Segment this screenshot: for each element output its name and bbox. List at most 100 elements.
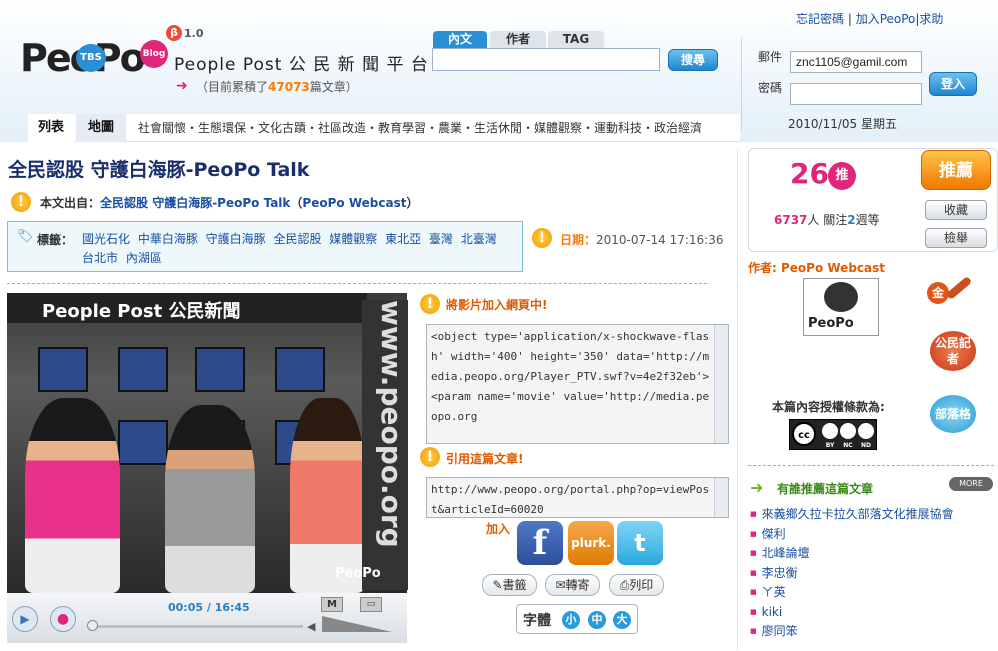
video-side-text: www.peopo.org bbox=[362, 300, 408, 590]
svg-text:BY: BY bbox=[826, 442, 835, 449]
version-label: 1.0 bbox=[184, 27, 204, 40]
avatar-logo: PeoPo bbox=[808, 316, 854, 331]
print-button[interactable]: ⎙列印 bbox=[609, 574, 664, 596]
font-small-button[interactable]: 小 bbox=[562, 611, 580, 629]
divider bbox=[7, 283, 707, 284]
list-item[interactable]: ㄚ英 bbox=[750, 583, 954, 603]
seek-handle[interactable] bbox=[87, 620, 98, 631]
list-item[interactable]: 廖同笨 bbox=[750, 622, 954, 642]
email-label: 郵件 bbox=[758, 50, 783, 64]
video-timecode: 00:05 / 16:45 bbox=[168, 601, 250, 614]
forward-button[interactable]: ✉轉寄 bbox=[545, 574, 600, 596]
search-tab-tag[interactable]: TAG bbox=[548, 31, 604, 48]
exclamation-icon: ! bbox=[532, 228, 552, 248]
nav-tab-list[interactable]: 列表 bbox=[28, 114, 74, 142]
blog-icon[interactable]: 部落格 bbox=[930, 395, 976, 433]
creative-commons-icon[interactable]: cc BY NC ND bbox=[789, 419, 877, 450]
recommender-list: 來義鄉久拉卡拉久部落文化推展協會 傑利 北峰論壇 李忠衡 ㄚ英 kiki 廖同笨 bbox=[750, 505, 954, 642]
list-item[interactable]: 傑利 bbox=[750, 525, 954, 545]
twitter-icon[interactable]: t bbox=[617, 521, 663, 565]
seek-bar[interactable] bbox=[88, 625, 303, 628]
list-item[interactable]: 李忠衡 bbox=[750, 564, 954, 584]
play-button[interactable]: ▶ bbox=[12, 606, 38, 632]
join-label: 加入 bbox=[486, 522, 511, 536]
exclamation-icon: ! bbox=[11, 192, 31, 212]
recommend-badge: 推 bbox=[828, 162, 856, 190]
forgot-password-link[interactable]: 忘記密碼 bbox=[796, 12, 844, 26]
email-field[interactable] bbox=[790, 51, 922, 73]
help-link[interactable]: 求助 bbox=[919, 12, 943, 26]
pen-icon bbox=[945, 275, 973, 301]
logo-tbs-bubble: TBS bbox=[76, 44, 106, 72]
record-button[interactable]: ● bbox=[50, 606, 76, 632]
list-item[interactable]: 來義鄉久拉卡拉久部落文化推展協會 bbox=[750, 505, 954, 525]
gold-medal-icon[interactable]: 金 bbox=[927, 282, 949, 304]
mail-icon: ✉ bbox=[555, 578, 566, 592]
svg-text:cc: cc bbox=[798, 430, 810, 441]
site-title: People Post 公 民 新 聞 平 台 bbox=[174, 55, 429, 75]
article-count: （目前累積了47073篇文章） bbox=[196, 80, 358, 94]
password-field[interactable] bbox=[790, 83, 922, 105]
top-links: 忘記密碼 | 加入PeoPo|求助 bbox=[796, 12, 944, 26]
avatar-silhouette bbox=[824, 282, 858, 312]
password-label: 密碼 bbox=[758, 81, 783, 95]
logo-blog-bubble: Blog bbox=[140, 40, 168, 68]
tag-links[interactable]: 國光石化 中華白海豚 守護白海豚 全民認股 媒體觀察 東北亞 臺灣 北臺灣 台北… bbox=[82, 230, 516, 268]
report-button[interactable]: 檢舉 bbox=[925, 228, 987, 248]
embed-title: 將影片加入網頁中! bbox=[446, 298, 548, 312]
volume-slider[interactable] bbox=[322, 616, 392, 632]
recommend-count: 26 bbox=[790, 157, 829, 190]
embed-scrollbar[interactable] bbox=[714, 325, 728, 443]
embed-code-textarea[interactable]: <object type='application/x-shockwave-fl… bbox=[426, 324, 729, 444]
category-links[interactable]: 社會關懷・生態環保・文化古蹟・社區改造・教育學習・農業・生活休閒・媒體觀察・運動… bbox=[138, 114, 702, 142]
tv-screen bbox=[275, 347, 325, 392]
author-label[interactable]: 作者: PeoPo Webcast bbox=[748, 259, 885, 276]
license-label: 本篇內容授權條款為: bbox=[772, 400, 885, 414]
svg-text:ND: ND bbox=[861, 442, 871, 449]
facebook-icon[interactable]: f bbox=[517, 521, 563, 565]
join-peopo-link[interactable]: 加入PeoPo bbox=[856, 12, 916, 26]
fullscreen-icon[interactable]: ▭ bbox=[360, 597, 382, 612]
collect-button[interactable]: 收藏 bbox=[925, 200, 987, 220]
list-item[interactable]: 北峰論壇 bbox=[750, 544, 954, 564]
arrow-right-icon: ➜ bbox=[750, 478, 764, 497]
tag-icon: 🏷 bbox=[17, 229, 34, 244]
exclamation-icon: ! bbox=[420, 447, 440, 467]
tv-screen bbox=[118, 347, 168, 392]
presenter-center bbox=[165, 405, 255, 593]
article-title: 全民認股 守護白海豚-PeoPo Talk bbox=[8, 159, 310, 181]
tv-screen bbox=[118, 420, 168, 465]
article-source: 本文出自：全民認股 守護白海豚-PeoPo Talk（PeoPo Webcast… bbox=[40, 196, 419, 210]
cite-url-textarea[interactable]: http://www.peopo.org/portal.php?op=viewP… bbox=[426, 477, 729, 518]
video-watermark: PeoPo bbox=[335, 566, 381, 581]
bookmark-button[interactable]: ✎書籤 bbox=[482, 574, 537, 596]
nav-tab-map[interactable]: 地圖 bbox=[76, 114, 126, 142]
font-medium-button[interactable]: 中 bbox=[588, 611, 606, 629]
cite-scrollbar[interactable] bbox=[714, 478, 728, 517]
source-author-link[interactable]: PeoPo Webcast bbox=[302, 196, 406, 210]
sidebar-divider bbox=[737, 150, 738, 650]
search-button[interactable]: 搜尋 bbox=[668, 49, 718, 71]
login-divider bbox=[741, 38, 742, 130]
cite-title: 引用這篇文章! bbox=[446, 452, 524, 466]
recommend-button[interactable]: 推薦 bbox=[921, 150, 991, 190]
font-large-button[interactable]: 大 bbox=[613, 611, 631, 629]
beta-badge: β bbox=[166, 25, 182, 41]
m-button[interactable]: M bbox=[321, 597, 343, 612]
volume-icon[interactable]: ◀ bbox=[307, 620, 315, 633]
search-input[interactable] bbox=[432, 48, 660, 71]
font-size-label: 字體 bbox=[523, 613, 551, 629]
search-tab-content[interactable]: 內文 bbox=[433, 31, 487, 48]
more-button[interactable]: MORE bbox=[949, 477, 993, 491]
citizen-reporter-icon[interactable]: 公民記者 bbox=[930, 331, 976, 371]
video-banner-text: People Post 公民新聞 bbox=[42, 301, 241, 322]
search-tab-author[interactable]: 作者 bbox=[490, 31, 546, 48]
svg-text:NC: NC bbox=[843, 442, 853, 449]
followers-line: 6737人 關注2週等 bbox=[774, 213, 880, 227]
list-item[interactable]: kiki bbox=[750, 603, 954, 623]
source-article-link[interactable]: 全民認股 守護白海豚-PeoPo Talk bbox=[100, 196, 290, 210]
tv-screen bbox=[38, 347, 88, 392]
recommenders-title: 有誰推薦這篇文章 bbox=[777, 482, 874, 496]
login-button[interactable]: 登入 bbox=[929, 72, 977, 96]
plurk-icon[interactable]: plurk. bbox=[568, 521, 614, 565]
